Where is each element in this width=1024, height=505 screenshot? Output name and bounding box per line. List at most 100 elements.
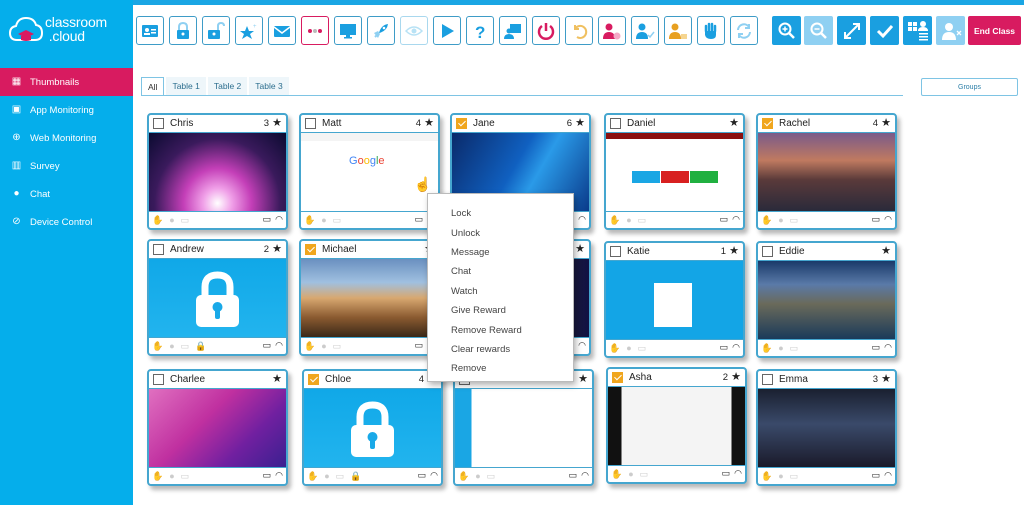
tab-all[interactable]: All	[141, 77, 165, 96]
student-card[interactable]: Charlee ★ ✋ ● ▭ ▭ ◠	[147, 369, 288, 486]
select-checkbox[interactable]	[612, 372, 623, 383]
user-check-button[interactable]	[631, 16, 659, 45]
sidebar-item-web-monitoring[interactable]: ⊕ Web Monitoring	[0, 124, 133, 152]
power-button[interactable]	[532, 16, 560, 45]
menu-item-clear-rewards[interactable]: Clear rewards	[428, 340, 573, 359]
groups-button[interactable]: Groups	[921, 78, 1018, 96]
menu-item-lock[interactable]: Lock	[428, 204, 573, 223]
select-checkbox[interactable]	[610, 118, 621, 129]
menu-item-chat[interactable]: Chat	[428, 262, 573, 281]
lock-button[interactable]	[169, 16, 197, 45]
student-card[interactable]: Rachel 4 ★ ✋ ● ▭ ▭ ◠	[756, 113, 897, 230]
hand-icon: ✋	[761, 214, 773, 225]
menu-item-give-reward[interactable]: Give Reward	[428, 301, 573, 320]
select-all-button[interactable]	[870, 16, 899, 45]
menu-item-unlock[interactable]: Unlock	[428, 223, 573, 242]
student-card[interactable]: Asha 2 ★ ✋ ● ▭ ▭ ◠	[606, 367, 747, 484]
select-checkbox[interactable]	[153, 118, 164, 129]
chat-icon: ●	[169, 470, 175, 481]
user-lock-button[interactable]	[664, 16, 692, 45]
select-checkbox[interactable]	[153, 244, 164, 255]
student-card[interactable]: Katie 1 ★ ✋ ● ▭ ▭ ◠	[604, 241, 745, 358]
unlock-button[interactable]	[202, 16, 230, 45]
camera-icon: ▭	[637, 342, 647, 353]
launch-button[interactable]	[367, 16, 395, 45]
sidebar-item-chat[interactable]: ● Chat	[0, 180, 133, 208]
select-checkbox[interactable]	[308, 374, 319, 385]
menu-item-watch[interactable]: Watch	[428, 282, 573, 301]
fullscreen-button[interactable]	[837, 16, 866, 45]
select-checkbox[interactable]	[305, 244, 316, 255]
screen-thumbnail[interactable]	[606, 260, 743, 340]
menu-item-remove[interactable]: Remove	[428, 359, 573, 378]
reward-button[interactable]: +	[235, 16, 263, 45]
student-name: Jane	[473, 118, 495, 129]
screen-thumbnail[interactable]	[758, 260, 895, 340]
student-card[interactable]: Michael★✋●▭▭◠	[299, 239, 440, 356]
help-button[interactable]: ?	[466, 16, 494, 45]
reward-star-icon: ★	[424, 117, 434, 129]
reward-star-icon: ★	[272, 117, 282, 129]
student-name: Matt	[322, 118, 342, 129]
message-button[interactable]	[268, 16, 296, 45]
student-card[interactable]: Chris 3 ★ ✋ ● ▭ ▭ ◠	[147, 113, 288, 230]
screen-thumbnail[interactable]	[149, 132, 286, 212]
watch-button[interactable]	[400, 16, 428, 45]
menu-item-remove-reward[interactable]: Remove Reward	[428, 320, 573, 339]
undo-button[interactable]	[565, 16, 593, 45]
screen-thumbnail[interactable]	[455, 388, 592, 468]
screen-thumbnail[interactable]	[758, 388, 895, 468]
zoom-out-button[interactable]	[804, 16, 833, 45]
screen-thumbnail[interactable]	[608, 386, 745, 466]
student-card[interactable]: Eddie ★ ✋ ● ▭ ▭ ◠	[756, 241, 897, 358]
sidebar-item-thumbnails[interactable]: ▦ Thumbnails	[0, 68, 133, 96]
select-checkbox[interactable]	[762, 374, 773, 385]
select-checkbox[interactable]	[762, 246, 773, 257]
remove-user-button[interactable]	[936, 16, 965, 45]
end-class-button[interactable]: End Class	[968, 16, 1021, 45]
screen-thumbnail[interactable]	[301, 258, 438, 338]
select-checkbox[interactable]	[305, 118, 316, 129]
tab-table-3[interactable]: Table 3	[249, 77, 289, 95]
present-button[interactable]	[499, 16, 527, 45]
zoom-in-button[interactable]	[772, 16, 801, 45]
screen-thumbnail[interactable]	[606, 132, 743, 212]
tab-table-1[interactable]: Table 1	[166, 77, 206, 95]
student-card[interactable]: Daniel ★ ✋ ● ▭ ▭ ◠	[604, 113, 745, 230]
select-checkbox[interactable]	[762, 118, 773, 129]
camera-icon: ▭	[486, 470, 496, 481]
sidebar-item-app-monitoring[interactable]: ▣ App Monitoring	[0, 96, 133, 124]
user-timer-button[interactable]	[598, 16, 626, 45]
screen-thumbnail[interactable]	[758, 132, 895, 212]
screen-thumbnail[interactable]	[149, 258, 286, 338]
refresh-button[interactable]	[730, 16, 758, 45]
student-card[interactable]: Matt4★Google✋●▭▭◠	[299, 113, 440, 230]
reward-star-icon: ★	[578, 373, 588, 385]
menu-item-message[interactable]: Message	[428, 243, 573, 262]
student-card[interactable]: Chloe4★✋●▭🔒▭◠	[302, 369, 443, 486]
raise-hand-button[interactable]	[697, 16, 725, 45]
select-checkbox[interactable]	[153, 374, 164, 385]
hand-icon: ✋	[304, 340, 316, 351]
student-name: Chris	[170, 118, 194, 129]
sidebar-item-survey[interactable]: ▥ Survey	[0, 152, 133, 180]
student-name: Michael	[322, 244, 357, 255]
select-checkbox[interactable]	[610, 246, 621, 257]
brand-domain: .cloud	[48, 28, 85, 44]
monitor-button[interactable]	[334, 16, 362, 45]
register-button[interactable]	[136, 16, 164, 45]
layout-button[interactable]	[903, 16, 932, 45]
screen-thumbnail[interactable]	[149, 388, 286, 468]
student-card[interactable]: ★✋●▭▭◠	[453, 369, 594, 486]
student-card[interactable]: Andrew 2 ★ ✋ ● ▭ 🔒 ▭ ◠	[147, 239, 288, 356]
screen-thumbnail[interactable]: Google	[301, 132, 438, 212]
more-options-button[interactable]	[301, 16, 329, 45]
card-status-bar: ✋●▭▭◠	[152, 469, 283, 482]
card-header: Emma 3 ★	[758, 371, 895, 388]
sidebar-item-device-control[interactable]: ⊘ Device Control	[0, 208, 133, 236]
screen-thumbnail[interactable]	[304, 388, 441, 468]
select-checkbox[interactable]	[456, 118, 467, 129]
student-card[interactable]: Emma 3 ★ ✋ ● ▭ ▭ ◠	[756, 369, 897, 486]
tab-table-2[interactable]: Table 2	[207, 77, 248, 95]
play-button[interactable]	[433, 16, 461, 45]
